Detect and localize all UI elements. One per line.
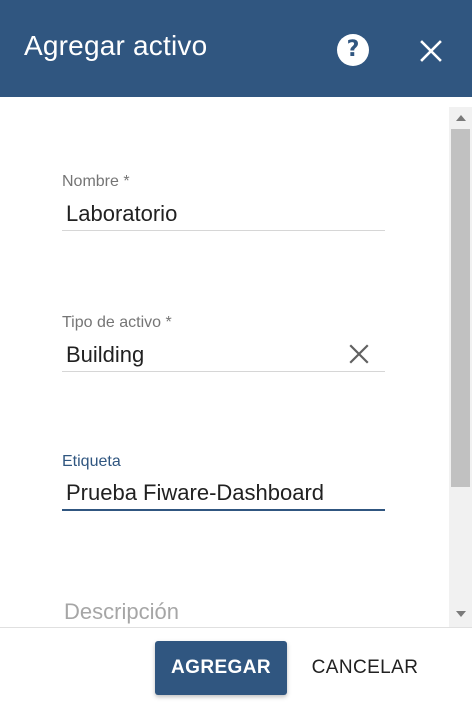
help-icon[interactable]: ? — [337, 34, 369, 66]
close-icon[interactable] — [414, 34, 448, 68]
etiqueta-input[interactable] — [62, 477, 385, 511]
etiqueta-label: Etiqueta — [62, 453, 121, 470]
dialog-footer: AGREGAR CANCELAR — [0, 627, 472, 702]
tipo-activo-field: Tipo de activo * — [62, 314, 385, 372]
dialog-content: Nombre * Tipo de activo * Etiqueta Descr… — [0, 97, 472, 627]
scroll-thumb[interactable] — [451, 129, 470, 487]
dialog-header: Agregar activo ? — [0, 0, 472, 97]
help-glyph: ? — [346, 37, 360, 62]
descripcion-input[interactable]: Descripción — [64, 599, 179, 625]
etiqueta-field: Etiqueta — [62, 453, 385, 511]
add-button[interactable]: AGREGAR — [155, 641, 287, 695]
nombre-input[interactable] — [62, 197, 385, 231]
nombre-label: Nombre * — [62, 173, 130, 190]
add-asset-dialog: Agregar activo ? Nombre * Tipo de activo… — [0, 0, 472, 702]
tipo-activo-label: Tipo de activo * — [62, 314, 172, 331]
dialog-title: Agregar activo — [24, 30, 208, 61]
scroll-down-icon[interactable] — [449, 605, 472, 623]
clear-icon[interactable] — [347, 342, 371, 366]
cancel-button[interactable]: CANCELAR — [300, 641, 430, 695]
scroll-up-icon[interactable] — [449, 109, 472, 127]
tipo-activo-input[interactable] — [62, 338, 385, 372]
scrollbar[interactable] — [449, 107, 472, 627]
nombre-field: Nombre * — [62, 173, 385, 231]
